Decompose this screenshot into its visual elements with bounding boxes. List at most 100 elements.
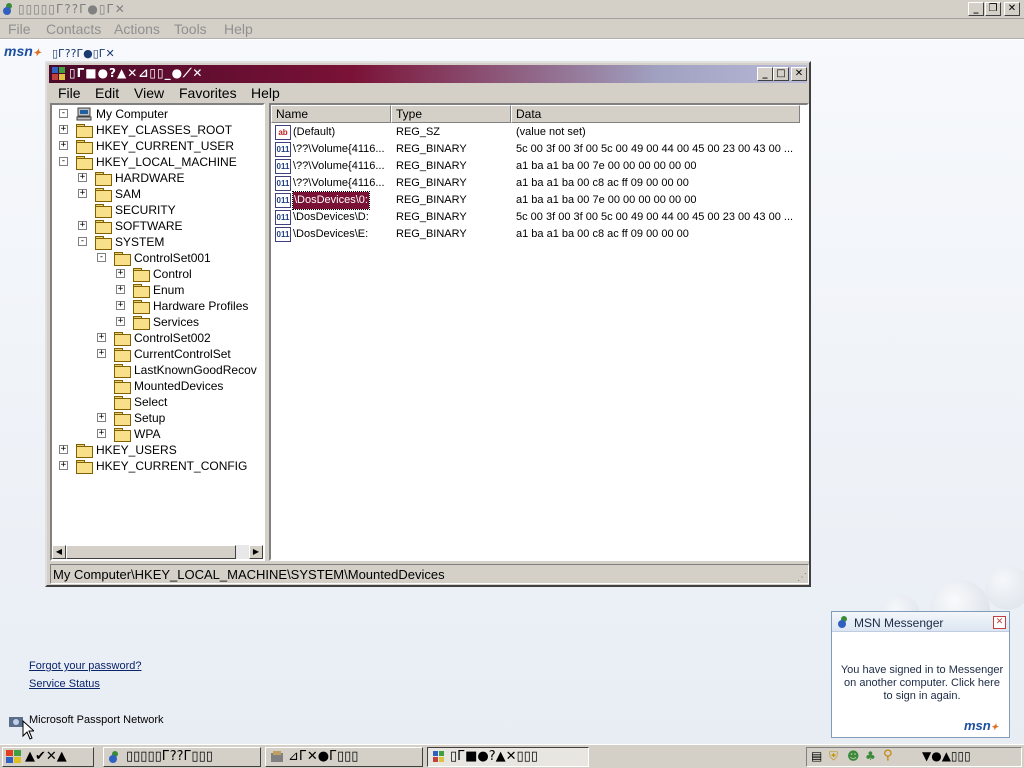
value-row[interactable]: 011 \??\Volume{4116... REG_BINARY 5c 00 3f … — [271, 141, 807, 158]
value-row[interactable]: 011 \??\Volume{4116... REG_BINARY a1 ba a1 … — [271, 175, 807, 192]
value-name: \??\Volume{4116... — [293, 177, 385, 189]
expand-icon[interactable]: + — [97, 413, 106, 422]
notification-message[interactable]: You have signed in to Messenger on anoth… — [838, 664, 1006, 703]
registry-values-list[interactable]: Name Type Data ab (Default) REG_SZ (value n… — [269, 103, 809, 561]
expand-icon[interactable]: + — [59, 141, 68, 150]
passport-label[interactable]: Microsoft Passport Network — [29, 714, 163, 726]
value-type: REG_SZ — [396, 126, 441, 138]
collapse-icon[interactable]: - — [78, 237, 87, 246]
decorative-bubble — [985, 565, 1024, 610]
msn-logo: msn✦ — [4, 43, 41, 59]
tree-node-label: CurrentControlSet — [134, 347, 231, 361]
menu-tools[interactable]: Tools — [174, 21, 207, 37]
messenger-titlebar: ▯▯▯▯▯Г??Г●▯Г✕ _ ❐ ✕ — [0, 0, 1024, 19]
folder-icon — [133, 268, 150, 282]
messenger-notification[interactable]: MSN Messenger ✕ You have signed in to Me… — [831, 611, 1010, 738]
value-row[interactable]: 011 \DosDevices\E: REG_BINARY a1 ba a1 ba 0… — [271, 226, 807, 243]
restore-button[interactable]: ❐ — [985, 2, 1001, 16]
regedit-menu-edit[interactable]: Edit — [95, 85, 119, 101]
value-type: REG_BINARY — [396, 177, 467, 189]
tree-horizontal-scrollbar[interactable]: ◀ ▶ — [52, 545, 263, 559]
column-header-data[interactable]: Data — [511, 105, 800, 123]
close-button[interactable]: ✕ — [1004, 2, 1020, 16]
service-status-link[interactable]: Service Status — [29, 678, 100, 690]
value-row[interactable]: 011 \DosDevices\D: REG_BINARY 5c 00 3f 00 3… — [271, 209, 807, 226]
tree-node-label: Control — [153, 267, 192, 281]
expand-icon[interactable]: + — [59, 125, 68, 134]
folder-icon — [76, 156, 93, 170]
registry-tree[interactable]: - My Computer + HKEY_CLASSES_ROOT + HKEY_CURR… — [50, 103, 265, 561]
tree-node-label: SOFTWARE — [115, 219, 183, 233]
regedit-titlebar: ▯Г■●?▲✕⊿▯▯_●⟋✕ _ □ ✕ — [49, 65, 807, 83]
value-data: a1 ba a1 ba 00 7e 00 00 00 00 00 00 — [516, 160, 697, 172]
taskbar-item-regedit[interactable]: ▯Г■●?▲✕▯▯▯ — [427, 747, 589, 767]
value-name: (Default) — [293, 126, 336, 138]
taskbar-item-second[interactable]: ⊿Г✕●Г▯▯▯ — [265, 747, 423, 767]
value-type: REG_BINARY — [396, 194, 467, 206]
expand-icon[interactable]: + — [116, 285, 125, 294]
menu-actions[interactable]: Actions — [114, 21, 160, 37]
collapse-icon[interactable]: - — [97, 253, 106, 262]
expand-icon[interactable]: + — [59, 445, 68, 454]
tree-node-label: Setup — [134, 411, 166, 425]
value-name: \??\Volume{4116... — [293, 160, 385, 172]
tree-node-label: SAM — [115, 187, 142, 201]
notification-close-button[interactable]: ✕ — [993, 616, 1006, 629]
value-name: \DosDevices\E: — [293, 228, 369, 240]
value-data: a1 ba a1 ba 00 c8 ac ff 09 00 00 00 — [516, 228, 689, 240]
forgot-password-link[interactable]: Forgot your password? — [29, 660, 142, 672]
menu-help[interactable]: Help — [224, 21, 253, 37]
value-row[interactable]: 011 \??\Volume{4116... REG_BINARY a1 ba a1 … — [271, 158, 807, 175]
taskbar: ▲✔✕▲ ▯▯▯▯▯Г??Г▯▯▯ ⊿Г✕●Г▯▯▯ ▯Г■●?▲✕▯▯▯ ▤ … — [0, 744, 1024, 768]
start-button[interactable]: ▲✔✕▲ — [2, 747, 94, 767]
expand-icon[interactable]: + — [116, 317, 125, 326]
value-row[interactable]: 011 \DosDevices\0: REG_BINARY a1 ba a1 ba 0… — [271, 191, 807, 210]
expand-icon[interactable]: + — [116, 301, 125, 310]
scroll-thumb[interactable] — [66, 545, 236, 559]
regedit-task-icon — [432, 750, 446, 766]
computer-icon — [76, 107, 92, 121]
value-type: REG_BINARY — [396, 143, 467, 155]
regedit-close-button[interactable]: ✕ — [791, 67, 807, 81]
tray-icon-search[interactable]: ⚲ — [883, 748, 893, 763]
collapse-icon[interactable]: - — [59, 157, 68, 166]
expand-icon[interactable]: + — [97, 429, 106, 438]
value-data: a1 ba a1 ba 00 7e 00 00 00 00 00 00 — [516, 194, 697, 206]
regedit-maximize-button[interactable]: □ — [773, 67, 789, 81]
menu-contacts[interactable]: Contacts — [46, 21, 101, 37]
expand-icon[interactable]: + — [59, 461, 68, 470]
tray-clock[interactable]: ▼●▲▯▯▯ — [922, 749, 971, 763]
expand-icon[interactable]: + — [116, 269, 125, 278]
expand-icon[interactable]: + — [78, 189, 87, 198]
tray-icon-updates[interactable]: ♣ — [865, 749, 876, 763]
regedit-menu-view[interactable]: View — [134, 85, 164, 101]
regedit-minimize-button[interactable]: _ — [757, 67, 773, 81]
folder-icon — [114, 396, 131, 410]
minimize-button[interactable]: _ — [968, 2, 984, 16]
column-header-type[interactable]: Type — [391, 105, 511, 123]
regedit-menu-favorites[interactable]: Favorites — [179, 85, 237, 101]
expand-icon[interactable]: + — [97, 333, 106, 342]
expand-icon[interactable]: + — [78, 221, 87, 230]
expand-icon[interactable]: + — [78, 173, 87, 182]
regedit-menu-help[interactable]: Help — [251, 85, 280, 101]
value-row[interactable]: ab (Default) REG_SZ (value not set) — [271, 124, 807, 141]
taskbar-item-messenger[interactable]: ▯▯▯▯▯Г??Г▯▯▯ — [103, 747, 261, 767]
regedit-menu-file[interactable]: File — [58, 85, 81, 101]
tree-node-label: MountedDevices — [134, 379, 224, 393]
tray-icon-network[interactable]: ▤ — [811, 749, 822, 763]
expand-icon[interactable]: + — [97, 349, 106, 358]
folder-icon — [114, 428, 131, 442]
tray-icon-messenger[interactable]: ☻ — [847, 749, 860, 763]
messenger-subtitle: ▯Г??Г●▯Г✕ — [52, 47, 115, 60]
mouse-cursor-icon — [22, 719, 36, 743]
tree-node-label: My Computer — [96, 107, 169, 121]
scroll-right-button[interactable]: ▶ — [249, 545, 263, 559]
folder-icon — [76, 140, 93, 154]
butterfly-icon: ✦ — [32, 48, 42, 59]
menu-file[interactable]: File — [8, 21, 31, 37]
tray-icon-shield[interactable]: ⛨ — [829, 749, 838, 764]
column-header-name[interactable]: Name — [271, 105, 391, 123]
scroll-left-button[interactable]: ◀ — [52, 545, 66, 559]
collapse-icon[interactable]: - — [59, 109, 68, 118]
